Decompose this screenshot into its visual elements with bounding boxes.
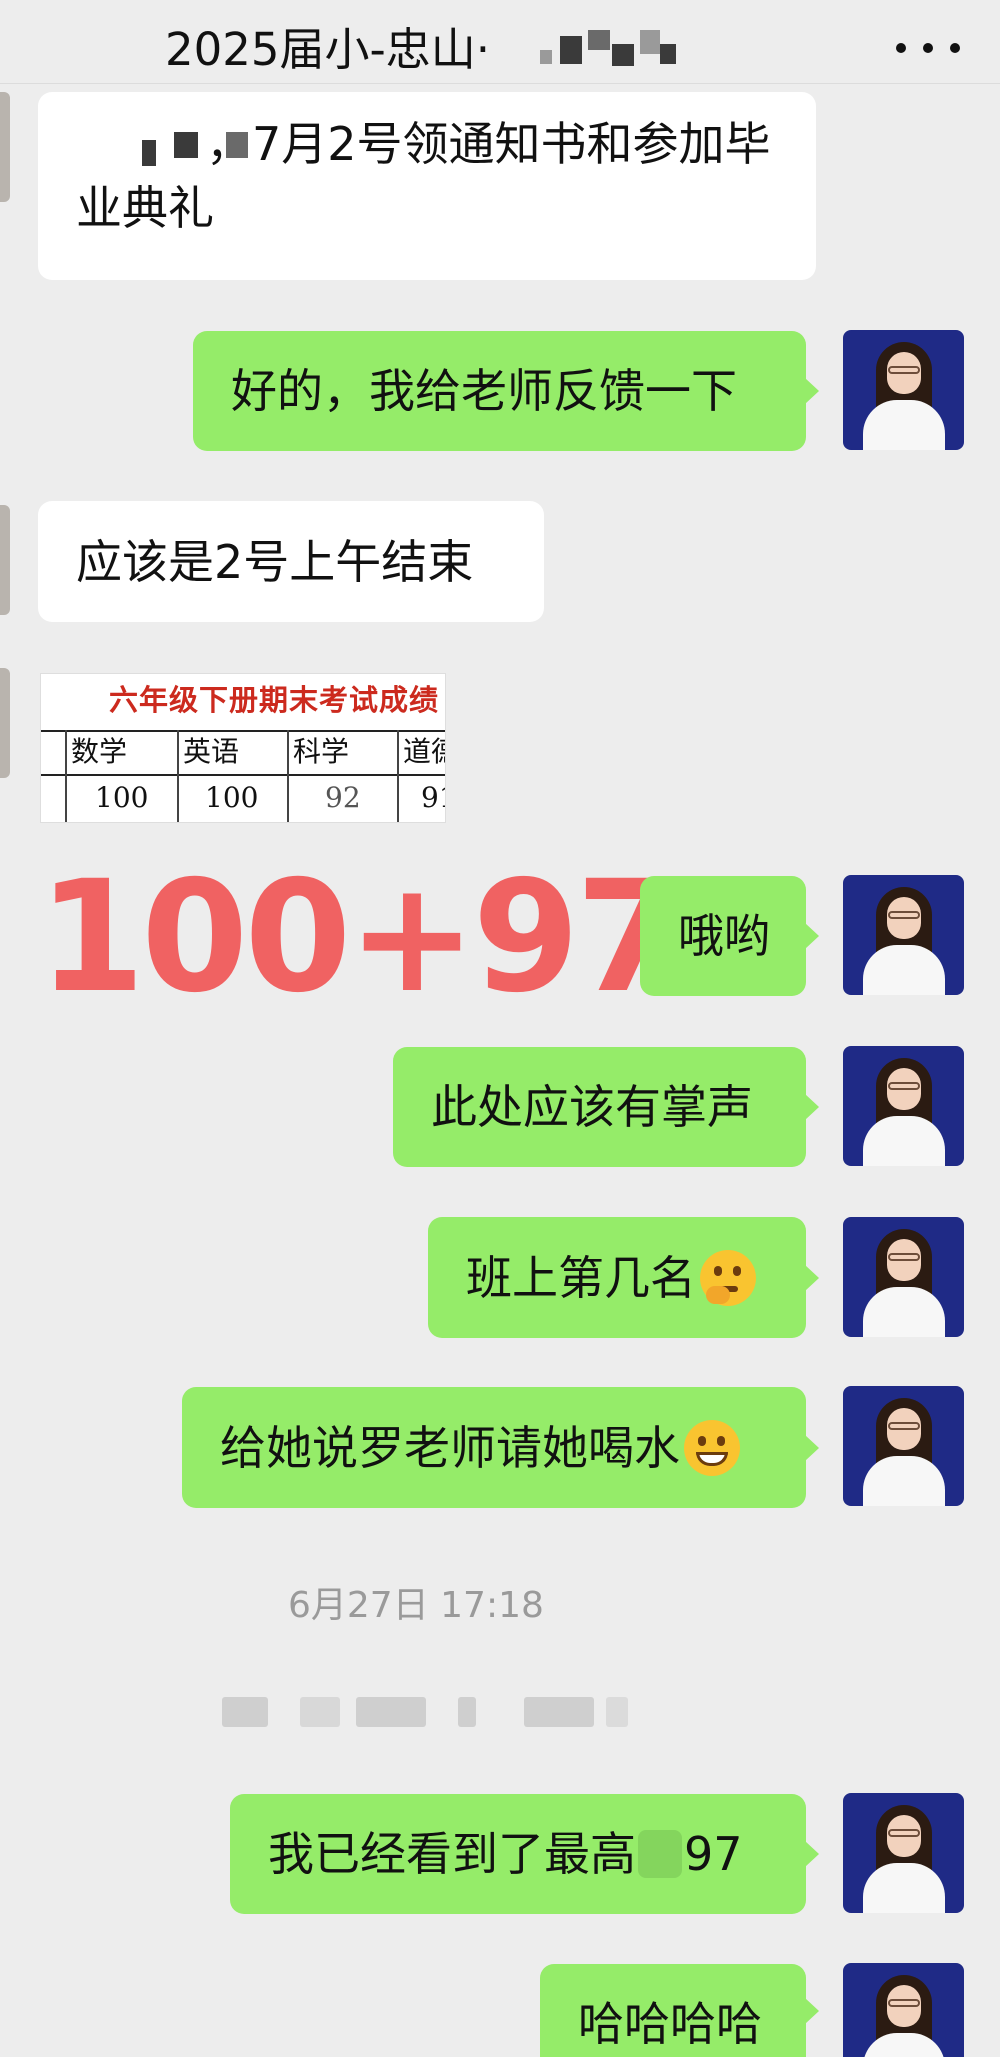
my-avatar[interactable] [843, 1793, 964, 1913]
sender-avatar-edge[interactable] [0, 505, 10, 615]
message-text: 哦哟 [678, 909, 770, 963]
message-text: 我已经看到了最高 [268, 1827, 636, 1881]
redacted-mosaic [588, 30, 610, 50]
score-report-image[interactable]: 六年级下册期末考试成绩 数学 英语 科学 道德 100 100 92 91 [40, 673, 446, 823]
my-avatar[interactable] [843, 875, 964, 995]
incoming-message[interactable]: ，7月2号领通知书和参加毕业典礼 [38, 92, 816, 280]
outgoing-message[interactable]: 哦哟 [640, 876, 819, 996]
message-text: 此处应该有掌声 [431, 1080, 753, 1134]
score-header: 英语 [183, 735, 240, 768]
chat-header: 2025届小-忠山· [0, 0, 1000, 84]
outgoing-message[interactable]: 我已经看到了最高 97 [230, 1794, 819, 1914]
message-text-tail: 97 [684, 1827, 743, 1881]
score-table: 数学 英语 科学 道德 100 100 92 91 [41, 730, 445, 822]
redacted-mosaic [560, 36, 582, 64]
message-text: 哈哈哈哈 [578, 1997, 762, 2051]
my-avatar[interactable] [843, 1386, 964, 1506]
redacted-mosaic [660, 44, 676, 64]
outgoing-message[interactable]: 此处应该有掌声 [393, 1047, 819, 1167]
more-dots-icon[interactable] [896, 30, 960, 66]
outgoing-message[interactable]: 好的，我给老师反馈一下 [193, 331, 819, 451]
chat-title: 2025届小-忠山· [165, 22, 490, 78]
my-avatar[interactable] [843, 1217, 964, 1337]
sender-avatar-edge[interactable] [0, 92, 10, 202]
thinking-face-icon [700, 1249, 756, 1306]
redacted-mosaic [640, 30, 660, 54]
my-avatar[interactable] [843, 1963, 964, 2057]
my-avatar[interactable] [843, 330, 964, 450]
score-value: 100 [205, 781, 259, 814]
big-score-overlay: 100+97 [38, 848, 683, 1027]
score-value: 100 [95, 781, 149, 814]
sender-avatar-edge[interactable] [0, 668, 10, 778]
redacted-name [76, 128, 248, 168]
redacted-system-text [458, 1697, 476, 1727]
my-avatar[interactable] [843, 1046, 964, 1166]
outgoing-message[interactable]: 哈哈哈哈 [540, 1964, 819, 2057]
score-header: 道德 [403, 735, 445, 768]
chat-title-text: 2025届小-忠山· [165, 23, 491, 76]
redacted-system-text [356, 1697, 426, 1727]
score-report-title: 六年级下册期末考试成绩 [109, 683, 440, 717]
redacted-system-text [222, 1697, 268, 1727]
redacted-mosaic [612, 44, 634, 66]
grinning-face-icon [684, 1419, 740, 1476]
score-header: 科学 [293, 735, 350, 768]
message-text: 好的，我给老师反馈一下 [231, 364, 737, 418]
outgoing-message[interactable]: 给她说罗老师请她喝水 [182, 1387, 819, 1508]
message-text: 班上第几名 [466, 1250, 696, 1305]
redacted-system-text [300, 1697, 340, 1727]
message-text: 应该是2号上午结束 [76, 534, 474, 589]
message-text: 给她说罗老师请她喝水 [220, 1420, 680, 1475]
redacted-mosaic [540, 50, 552, 64]
redacted-system-text [606, 1697, 628, 1727]
score-header: 数学 [71, 735, 128, 768]
redacted-text [638, 1830, 682, 1878]
outgoing-message[interactable]: 班上第几名 [428, 1217, 819, 1338]
message-timestamp: 6月27日 17:18 [288, 1585, 544, 1626]
score-value: 92 [325, 781, 361, 814]
incoming-message[interactable]: 应该是2号上午结束 [38, 501, 544, 622]
score-value: 91 [421, 781, 445, 814]
redacted-system-text [524, 1697, 594, 1727]
